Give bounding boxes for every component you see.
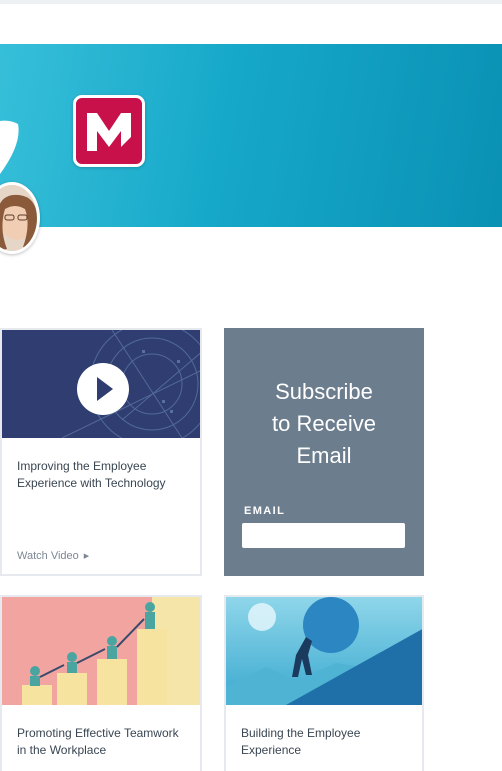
email-field[interactable] <box>242 523 405 548</box>
content-card[interactable]: Building the Employee Experience <box>224 595 424 771</box>
content-card[interactable]: Promoting Effective Teamwork in the Work… <box>0 595 202 771</box>
subscribe-panel: Subscribe to Receive Email EMAIL <box>224 328 424 576</box>
boulder-illustration <box>226 597 422 705</box>
company-logo[interactable] <box>73 95 145 167</box>
top-strip <box>0 0 502 44</box>
teamwork-illustration <box>2 597 200 705</box>
person-photo <box>0 185 37 251</box>
email-label: EMAIL <box>244 505 286 517</box>
card-thumbnail[interactable] <box>226 597 422 705</box>
subscribe-heading: Subscribe to Receive Email <box>272 379 376 468</box>
card-title[interactable]: Promoting Effective Teamwork in the Work… <box>17 725 187 759</box>
logo-mark-icon <box>87 113 131 151</box>
watch-video-link[interactable]: Watch Video ▶ <box>17 550 89 562</box>
card-thumbnail[interactable] <box>2 597 200 705</box>
arrow-right-icon: ▶ <box>83 553 90 560</box>
card-title[interactable]: Building the Employee Experience <box>241 725 411 759</box>
content-card[interactable]: Improving the Employee Experience with T… <box>0 328 202 576</box>
play-icon[interactable] <box>76 362 130 416</box>
watch-video-label[interactable]: Watch Video <box>17 550 79 562</box>
card-thumbnail[interactable] <box>2 330 200 438</box>
card-title[interactable]: Improving the Employee Experience with T… <box>17 458 187 492</box>
